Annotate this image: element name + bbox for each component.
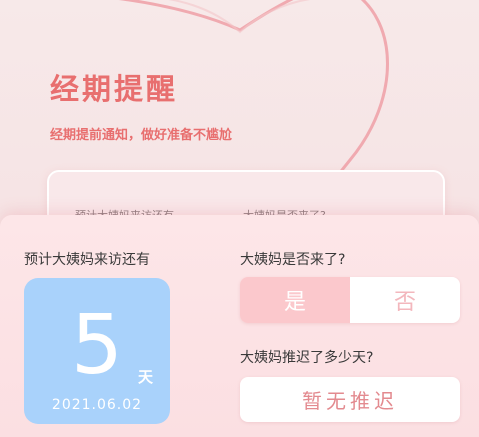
page-title: 经期提醒 xyxy=(50,72,179,106)
countdown-unit: 天 xyxy=(138,368,154,386)
countdown-box: 5 天 2021.06.02 xyxy=(24,278,170,424)
arrival-yes-button[interactable]: 是 xyxy=(240,277,350,323)
delay-select-button[interactable]: 暂无推迟 xyxy=(240,377,460,422)
arrival-no-button[interactable]: 否 xyxy=(350,277,460,323)
delay-question: 大姨妈推迟了多少天? xyxy=(240,350,374,366)
countdown-label: 预计大姨妈来访还有 xyxy=(24,252,150,268)
page-subtitle: 经期提前通知，做好准备不尴尬 xyxy=(50,128,233,143)
arrival-toggle: 是 否 xyxy=(240,277,460,323)
arrival-question: 大姨妈是否来了? xyxy=(240,252,346,268)
countdown-date: 2021.06.02 xyxy=(51,397,143,413)
